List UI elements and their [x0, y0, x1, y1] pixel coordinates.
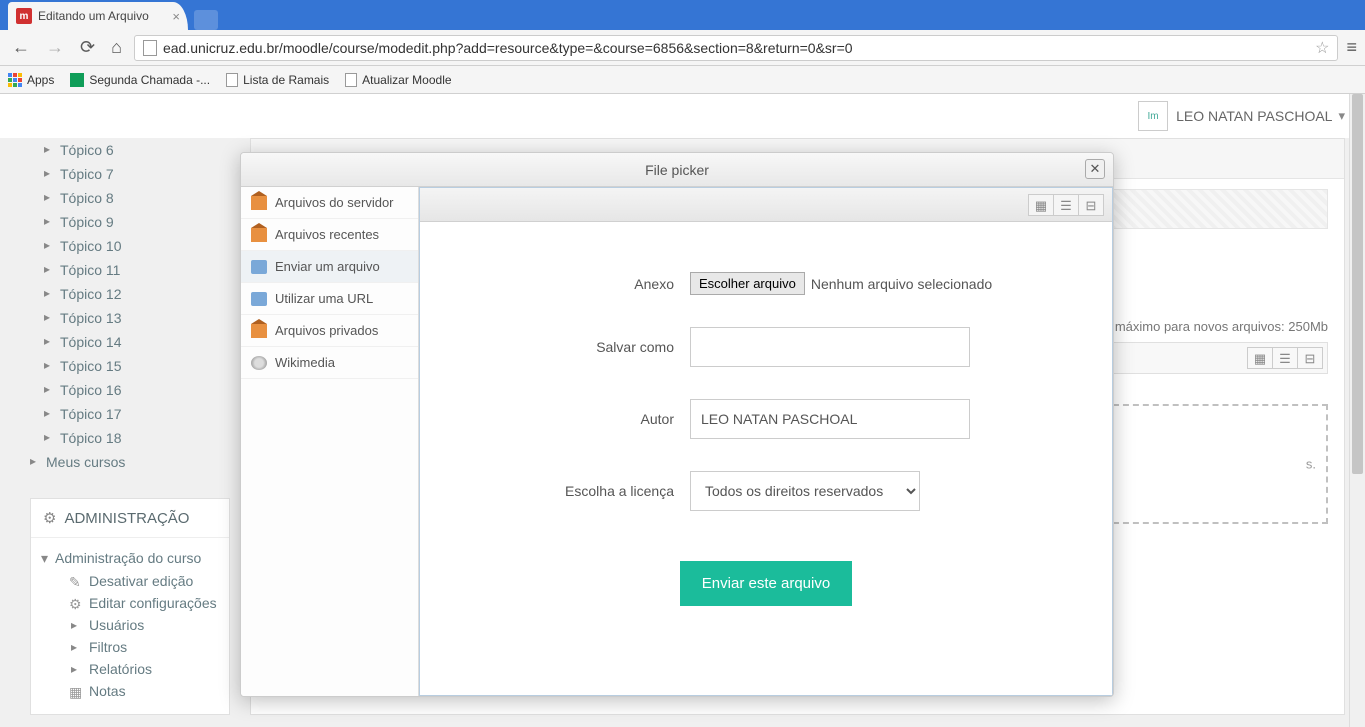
repo-item[interactable]: Wikimedia	[241, 347, 418, 379]
new-tab-button[interactable]	[194, 10, 218, 30]
sidebar-topic-item[interactable]: Tópico 15	[30, 354, 230, 378]
admin-block-header: ⚙ ADMINISTRAÇÃO	[31, 499, 229, 538]
sidebar-topic-item[interactable]: Tópico 16	[30, 378, 230, 402]
nav-bar: ← → ⟳ ⌂ ead.unicruz.edu.br/moodle/course…	[0, 30, 1365, 66]
sidebar-topic-item[interactable]: Tópico 14	[30, 330, 230, 354]
repo-list: Arquivos do servidorArquivos recentesEnv…	[241, 187, 419, 696]
repo-icon	[251, 356, 267, 370]
repo-item[interactable]: Arquivos recentes	[241, 219, 418, 251]
avatar[interactable]: Im	[1138, 101, 1168, 131]
file-picker-dialog: File picker ✕ Arquivos do servidorArquiv…	[240, 152, 1114, 697]
license-select[interactable]: Todos os direitos reservados	[690, 471, 920, 511]
nav-forward-icon[interactable]: →	[42, 35, 68, 60]
view-grid-icon[interactable]: ▦	[1247, 347, 1273, 369]
sidebar-my-courses[interactable]: Meus cursos	[30, 450, 230, 474]
picker-toolbar: ▦☰⊟	[420, 188, 1112, 222]
author-input[interactable]	[690, 399, 970, 439]
sidebar-topic-item[interactable]: Tópico 18	[30, 426, 230, 450]
sidebar-topic-item[interactable]: Tópico 17	[30, 402, 230, 426]
bookmark-apps[interactable]: Apps	[8, 73, 54, 87]
repo-icon	[251, 324, 267, 338]
repo-item[interactable]: Enviar um arquivo	[241, 251, 418, 283]
sidebar-topic-item[interactable]: Tópico 12	[30, 282, 230, 306]
attach-label: Anexo	[460, 276, 690, 292]
file-status-text: Nenhum arquivo selecionado	[811, 276, 992, 292]
repo-icon	[251, 196, 267, 210]
author-label: Autor	[460, 411, 690, 427]
tab-favicon: m	[16, 8, 32, 24]
repo-icon	[251, 228, 267, 242]
gear-icon: ⚙	[43, 509, 56, 527]
choose-file-button[interactable]: Escolher arquivo	[690, 272, 805, 295]
view-grid-icon[interactable]: ▦	[1028, 194, 1054, 216]
browser-tab[interactable]: m Editando um Arquivo ×	[8, 2, 188, 30]
admin-item[interactable]: Usuários	[69, 614, 217, 636]
sidebar-topic-item[interactable]: Tópico 6	[30, 138, 230, 162]
doc-icon	[345, 73, 357, 87]
bookmark-item[interactable]: Atualizar Moodle	[345, 73, 451, 87]
admin-block: ⚙ ADMINISTRAÇÃO Administração do curso D…	[30, 498, 230, 715]
tab-title: Editando um Arquivo	[38, 9, 149, 23]
course-sidebar: Tópico 6Tópico 7Tópico 8Tópico 9Tópico 1…	[20, 138, 240, 715]
view-list-icon[interactable]: ☰	[1053, 194, 1079, 216]
bookmark-item[interactable]: Lista de Ramais	[226, 73, 329, 87]
dialog-close-button[interactable]: ✕	[1085, 159, 1105, 179]
repo-icon	[251, 292, 267, 306]
view-tree-icon[interactable]: ⊟	[1078, 194, 1104, 216]
page-scrollbar[interactable]	[1349, 94, 1365, 727]
browser-tab-bar: m Editando um Arquivo ×	[0, 0, 1365, 30]
nav-back-icon[interactable]: ←	[8, 35, 34, 60]
nav-home-icon[interactable]: ⌂	[107, 35, 126, 60]
repo-item[interactable]: Arquivos do servidor	[241, 187, 418, 219]
saveas-label: Salvar como	[460, 339, 690, 355]
admin-item[interactable]: Notas	[69, 680, 217, 702]
tab-close-icon[interactable]: ×	[172, 9, 180, 24]
user-menu-caret-icon[interactable]: ▾	[1338, 108, 1345, 124]
page-icon	[143, 40, 157, 56]
apps-grid-icon	[8, 73, 22, 87]
repo-icon	[251, 260, 267, 274]
bookmarks-bar: Apps Segunda Chamada -... Lista de Ramai…	[0, 66, 1365, 94]
browser-menu-icon[interactable]: ≡	[1346, 37, 1357, 58]
admin-item[interactable]: Desativar edição	[69, 570, 217, 592]
upload-submit-button[interactable]: Enviar este arquivo	[680, 561, 852, 606]
repo-item[interactable]: Arquivos privados	[241, 315, 418, 347]
license-label: Escolha a licença	[460, 483, 690, 499]
admin-item[interactable]: Filtros	[69, 636, 217, 658]
bookmark-star-icon[interactable]: ☆	[1315, 38, 1329, 58]
view-tree-icon[interactable]: ⊟	[1297, 347, 1323, 369]
dialog-title-bar[interactable]: File picker ✕	[241, 153, 1113, 187]
sidebar-topic-item[interactable]: Tópico 10	[30, 234, 230, 258]
saveas-input[interactable]	[690, 327, 970, 367]
admin-root[interactable]: Administração do curso Desativar ediçãoE…	[31, 546, 229, 706]
sheets-icon	[70, 73, 84, 87]
nav-reload-icon[interactable]: ⟳	[76, 35, 99, 60]
url-bar[interactable]: ead.unicruz.edu.br/moodle/course/modedit…	[134, 35, 1339, 61]
sidebar-topic-item[interactable]: Tópico 13	[30, 306, 230, 330]
repo-item[interactable]: Utilizar uma URL	[241, 283, 418, 315]
picker-pane: ▦☰⊟ Anexo Escolher arquivo Nenhum arquiv…	[419, 187, 1113, 696]
sidebar-topic-item[interactable]: Tópico 7	[30, 162, 230, 186]
url-text: ead.unicruz.edu.br/moodle/course/modedit…	[163, 40, 853, 56]
sidebar-topic-item[interactable]: Tópico 11	[30, 258, 230, 282]
view-list-icon[interactable]: ☰	[1272, 347, 1298, 369]
user-name[interactable]: LEO NATAN PASCHOAL	[1176, 108, 1332, 124]
sidebar-topic-item[interactable]: Tópico 9	[30, 210, 230, 234]
admin-item[interactable]: Editar configurações	[69, 592, 217, 614]
sidebar-topic-item[interactable]: Tópico 8	[30, 186, 230, 210]
doc-icon	[226, 73, 238, 87]
bookmark-item[interactable]: Segunda Chamada -...	[70, 73, 210, 87]
user-bar: Im LEO NATAN PASCHOAL ▾	[0, 94, 1365, 138]
admin-item[interactable]: Relatórios	[69, 658, 217, 680]
